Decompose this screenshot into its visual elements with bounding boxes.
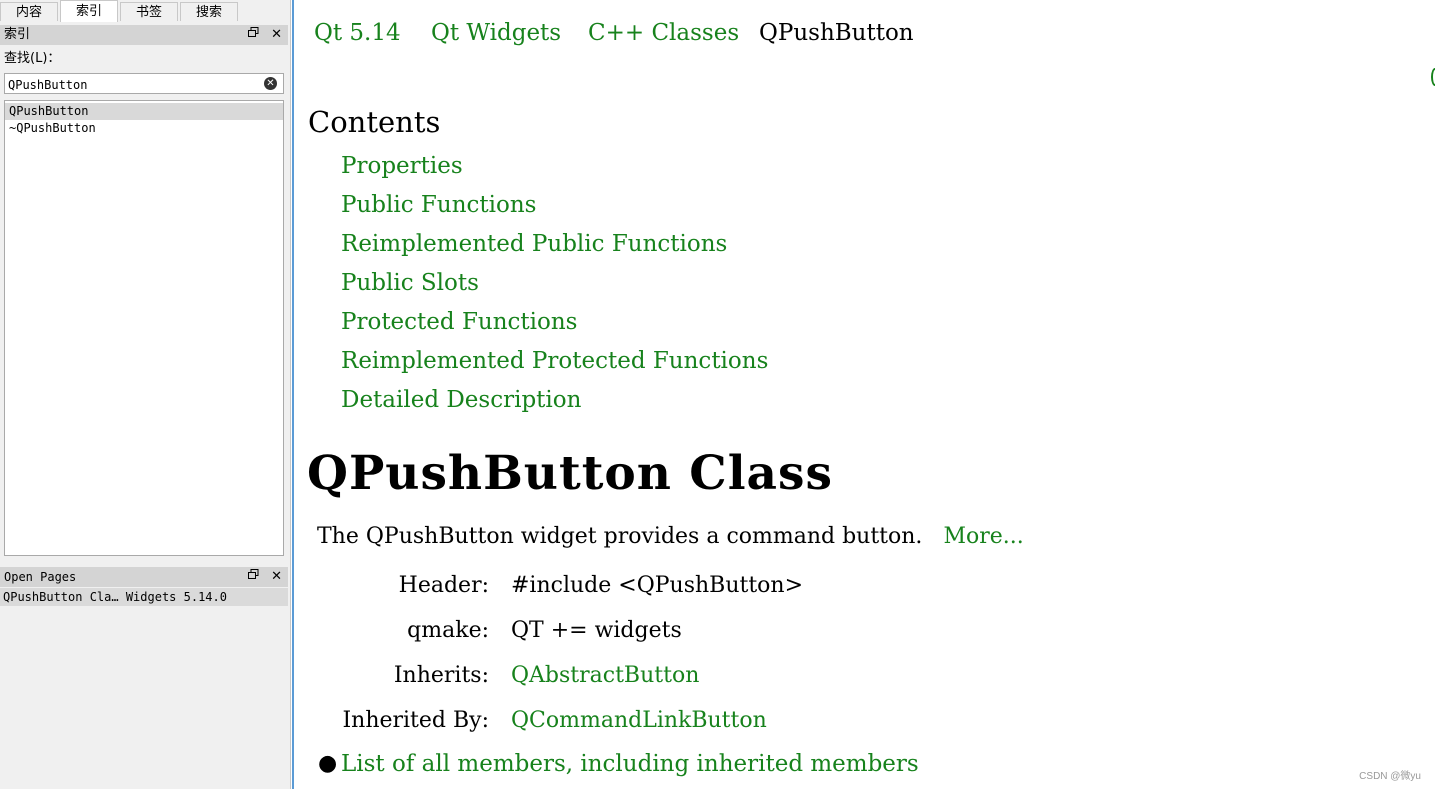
find-label: 查找(L)： — [4, 51, 61, 66]
index-search-input[interactable] — [5, 75, 261, 95]
index-list[interactable]: QPushButton ~QPushButton — [4, 100, 284, 556]
info-label-qmake: qmake: — [407, 618, 489, 643]
info-value-header: #include <QPushButton> — [511, 573, 804, 598]
class-title: QPushButton Class — [307, 446, 833, 501]
all-members-link[interactable]: List of all members, including inherited… — [341, 749, 919, 779]
toc-public-slots[interactable]: Public Slots — [341, 268, 479, 298]
tab-contents[interactable]: 内容 — [0, 2, 58, 21]
toc-reimplemented-protected-functions[interactable]: Reimplemented Protected Functions — [341, 346, 768, 376]
inherits-link[interactable]: QAbstractButton — [511, 661, 699, 691]
brief-text: The QPushButton widget provides a comman… — [317, 524, 923, 549]
more-link[interactable]: More... — [943, 524, 1023, 549]
left-sidebar: 内容 索引 书签 搜索 索引 ✕ 查找(L)： ✕ QPushButton ~Q… — [0, 0, 291, 789]
sidebar-tabs: 内容 索引 书签 搜索 — [0, 0, 290, 22]
breadcrumb-cpp-classes[interactable]: C++ Classes — [588, 18, 739, 48]
list-item[interactable]: QPushButton — [5, 103, 283, 120]
toc-protected-functions[interactable]: Protected Functions — [341, 307, 577, 337]
toc-public-functions[interactable]: Public Functions — [341, 190, 536, 220]
info-label-inherits: Inherits: — [393, 663, 489, 688]
info-value-qmake: QT += widgets — [511, 618, 682, 643]
tab-index[interactable]: 索引 — [60, 0, 118, 22]
watermark: CSDN @微yu — [1359, 771, 1421, 782]
toc-properties[interactable]: Properties — [341, 151, 463, 181]
bullet-icon: ● — [318, 751, 338, 776]
close-icon[interactable]: ✕ — [271, 25, 282, 45]
restore-icon[interactable] — [248, 25, 259, 45]
index-dock-title: 索引 ✕ — [0, 25, 288, 45]
breadcrumb-qt[interactable]: Qt 5.14 — [314, 18, 401, 48]
index-search-box[interactable]: ✕ — [4, 73, 284, 95]
info-label-inherited-by: Inherited By: — [342, 708, 489, 733]
index-dock-title-text: 索引 — [4, 27, 31, 42]
toc-detailed-description[interactable]: Detailed Description — [341, 385, 581, 415]
open-pages-dock-title: Open Pages ✕ — [0, 567, 288, 587]
edge-marker — [1431, 68, 1435, 86]
class-brief: The QPushButton widget provides a comman… — [317, 522, 1024, 552]
breadcrumb-current: QPushButton — [759, 20, 914, 46]
clear-circle-icon[interactable]: ✕ — [264, 77, 277, 90]
tab-bookmarks[interactable]: 书签 — [120, 2, 178, 21]
info-label-header: Header: — [398, 573, 489, 598]
documentation-view: Qt 5.14 Qt Widgets C++ Classes QPushButt… — [292, 0, 1435, 789]
list-item[interactable]: ~QPushButton — [5, 120, 283, 137]
open-pages-title-text: Open Pages — [4, 570, 77, 584]
restore-icon[interactable] — [248, 567, 259, 587]
open-page-item[interactable]: QPushButton Cla… Widgets 5.14.0 — [0, 588, 288, 606]
close-icon[interactable]: ✕ — [271, 567, 282, 587]
toc-reimplemented-public-functions[interactable]: Reimplemented Public Functions — [341, 229, 727, 259]
inherited-by-link[interactable]: QCommandLinkButton — [511, 706, 767, 736]
tab-search[interactable]: 搜索 — [180, 2, 238, 21]
contents-heading: Contents — [308, 105, 441, 139]
breadcrumb-qt-widgets[interactable]: Qt Widgets — [431, 18, 561, 48]
